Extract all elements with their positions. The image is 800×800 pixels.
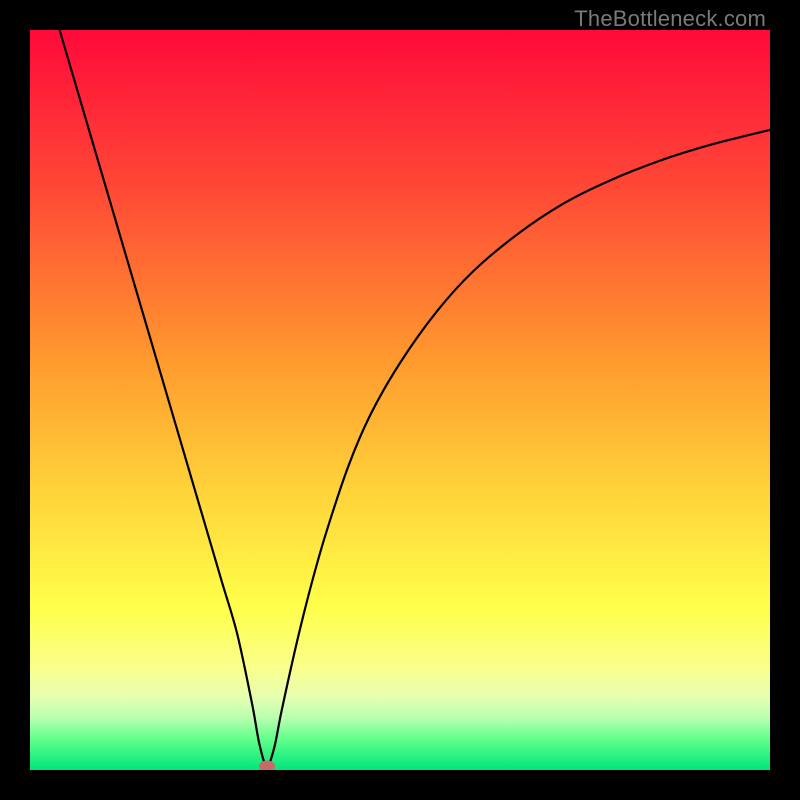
chart-frame: TheBottleneck.com	[0, 0, 800, 800]
plot-area	[30, 30, 770, 770]
watermark-text: TheBottleneck.com	[574, 6, 766, 32]
minimum-marker	[259, 761, 275, 770]
background-gradient	[30, 30, 770, 770]
